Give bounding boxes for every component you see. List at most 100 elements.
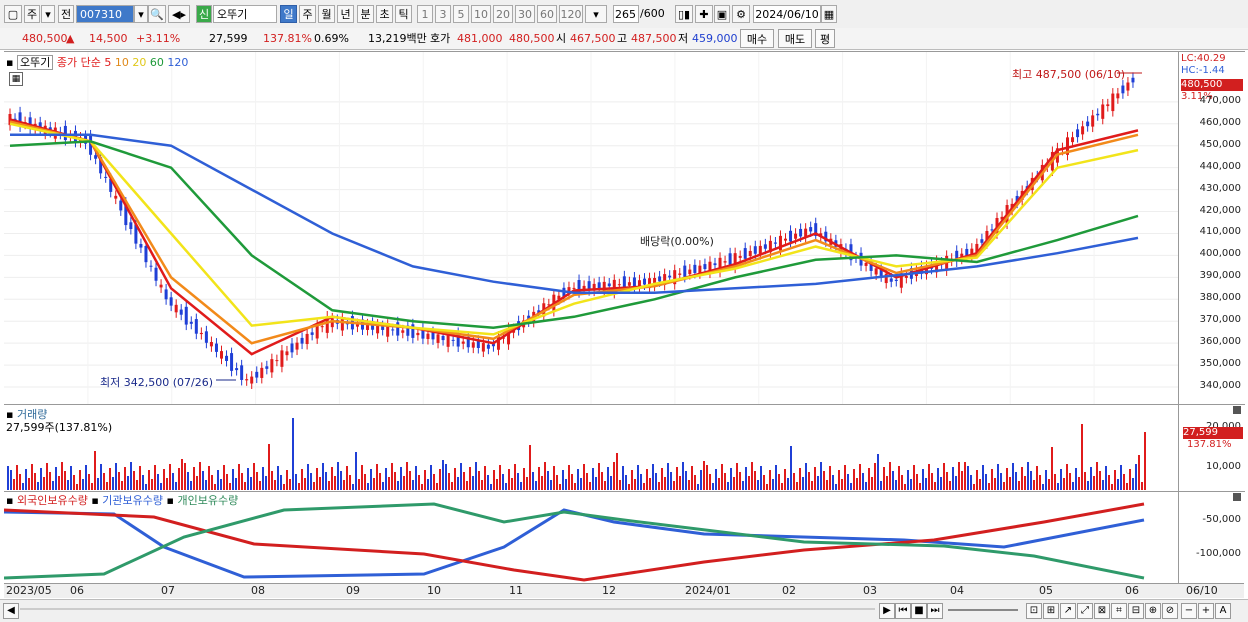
volume-bar	[313, 482, 315, 490]
stop-icon[interactable]: ■	[911, 603, 927, 619]
interval-120[interactable]: 120	[559, 5, 583, 23]
tool-icon-6[interactable]: ⌗	[1111, 603, 1127, 619]
interval-3[interactable]: 3	[435, 5, 451, 23]
tool-icon-9[interactable]: ⊘	[1162, 603, 1178, 619]
candle-body	[255, 371, 259, 378]
interval-30[interactable]: 30	[515, 5, 535, 23]
rewind-icon[interactable]: ⏮	[895, 603, 911, 619]
font-size-icon[interactable]: A	[1215, 603, 1231, 619]
panel-close-icon[interactable]	[1233, 493, 1241, 501]
chart-window-icon[interactable]: ▢	[4, 5, 22, 23]
volume-bar	[766, 484, 768, 490]
panel-close-icon[interactable]	[1233, 406, 1241, 414]
candle-body	[1076, 129, 1080, 138]
price-tick: 390,000	[1199, 270, 1241, 282]
period-day[interactable]: 일	[280, 5, 297, 23]
candle-body	[174, 304, 178, 313]
interval-60[interactable]: 60	[537, 5, 557, 23]
volume-bar	[817, 476, 819, 490]
tool-icon-8[interactable]: ⊕	[1145, 603, 1161, 619]
candle-body	[683, 265, 687, 277]
volume-bar	[1111, 484, 1113, 490]
volume-tick: 10,000	[1206, 461, 1241, 472]
candle-body	[627, 282, 631, 286]
holdings-panel[interactable]: ▪ 외국인보유수량 ▪ 기관보유수량 ▪ 개인보유수량	[4, 491, 1178, 584]
interval-5[interactable]: 5	[453, 5, 469, 23]
save-icon[interactable]: ▣	[714, 5, 730, 23]
price-panel[interactable]: ▪ 오뚜기 종가 단순 5 10 20 60 120 ▦ 최고 487,500 …	[4, 51, 1178, 404]
volume-bar	[445, 464, 447, 490]
crosshair-icon[interactable]: ✚	[695, 5, 713, 23]
volume-chart[interactable]	[4, 405, 1178, 491]
volume-bar	[622, 466, 624, 490]
volume-bar	[226, 474, 228, 490]
ma-line-20	[9, 122, 1139, 336]
interval-20[interactable]: 20	[493, 5, 513, 23]
tool-icon-5[interactable]: ⊠	[1094, 603, 1110, 619]
tool-icon-1[interactable]: ⊡	[1026, 603, 1042, 619]
volume-bar	[940, 477, 942, 490]
volume-bar	[271, 471, 273, 490]
tool-icon-3[interactable]: ↗	[1060, 603, 1076, 619]
price-chart[interactable]	[4, 52, 1178, 404]
scroll-right-icon[interactable]: ▶	[879, 603, 895, 619]
gear-icon[interactable]: ⚙	[732, 5, 750, 23]
volume-bar	[862, 473, 864, 490]
search-icon[interactable]: 🔍	[148, 5, 166, 23]
volume-bar	[307, 464, 309, 490]
zoom-out-icon[interactable]: −	[1181, 603, 1197, 619]
volume-last-tag: 27,599	[1183, 427, 1243, 439]
volume-bar	[943, 463, 945, 490]
market-dropdown-icon[interactable]: ▾	[41, 5, 55, 23]
volume-bar	[355, 452, 357, 490]
volume-panel[interactable]: ▪ 거래량 27,599주(137.81%)	[4, 404, 1178, 491]
zoom-in-icon[interactable]: +	[1198, 603, 1214, 619]
calendar-icon[interactable]: ▦	[821, 5, 837, 23]
volume-bar	[502, 474, 504, 490]
buy-button[interactable]: 매수	[740, 29, 774, 48]
candle-body	[728, 253, 732, 265]
date-field[interactable]: 2024/06/10	[753, 5, 821, 23]
period-minute[interactable]: 분	[357, 5, 374, 23]
tool-icon-4[interactable]: ⤢	[1077, 603, 1093, 619]
zoom-slider[interactable]	[948, 609, 1018, 611]
scroll-track[interactable]	[20, 608, 875, 610]
volume-bar	[520, 482, 522, 490]
volume-bar	[391, 463, 393, 490]
stock-code-input[interactable]: 007310	[76, 5, 134, 23]
interval-dropdown-icon[interactable]: ▾	[585, 5, 607, 23]
speaker-icon[interactable]: ◀▸	[168, 5, 190, 23]
volume-bar	[709, 474, 711, 490]
code-dropdown-icon[interactable]: ▾	[134, 5, 148, 23]
stock-name-field[interactable]: 오뚜기	[213, 5, 277, 23]
avg-button[interactable]: 평	[815, 29, 835, 48]
period-tick[interactable]: 틱	[395, 5, 412, 23]
count-input[interactable]: 265	[613, 5, 639, 23]
volume-bar	[769, 470, 771, 490]
market-select[interactable]: 주	[24, 5, 40, 23]
tool-icon-7[interactable]: ⊟	[1128, 603, 1144, 619]
volume-bar	[289, 479, 291, 490]
volume-bar	[607, 467, 609, 490]
forward-icon[interactable]: ⏭	[927, 603, 943, 619]
interval-1[interactable]: 1	[417, 5, 433, 23]
period-second[interactable]: 초	[376, 5, 393, 23]
candle-body	[214, 343, 218, 352]
period-month[interactable]: 월	[318, 5, 335, 23]
period-year[interactable]: 년	[337, 5, 354, 23]
legend-type: 종가 단순	[56, 56, 101, 69]
period-week[interactable]: 주	[299, 5, 316, 23]
volume-bar	[175, 482, 177, 490]
sell-button[interactable]: 매도	[778, 29, 812, 48]
volume-bar	[130, 462, 132, 490]
prev-button[interactable]: 전	[58, 5, 74, 23]
chart-type-icon[interactable]: ▯▮	[675, 5, 693, 23]
candle-body	[179, 309, 183, 315]
grid-icon[interactable]: ▦	[9, 72, 23, 86]
interval-10[interactable]: 10	[471, 5, 491, 23]
tool-icon-2[interactable]: ⊞	[1043, 603, 1059, 619]
volume-bar	[874, 463, 876, 490]
bottom-scrollbar[interactable]: ◀ ▶ ⏮ ■ ⏭ ⊡ ⊞ ↗ ⤢ ⊠ ⌗ ⊟ ⊕ ⊘ − + A	[0, 599, 1248, 622]
scroll-left-icon[interactable]: ◀	[3, 603, 19, 619]
volume-bar	[1075, 468, 1077, 490]
